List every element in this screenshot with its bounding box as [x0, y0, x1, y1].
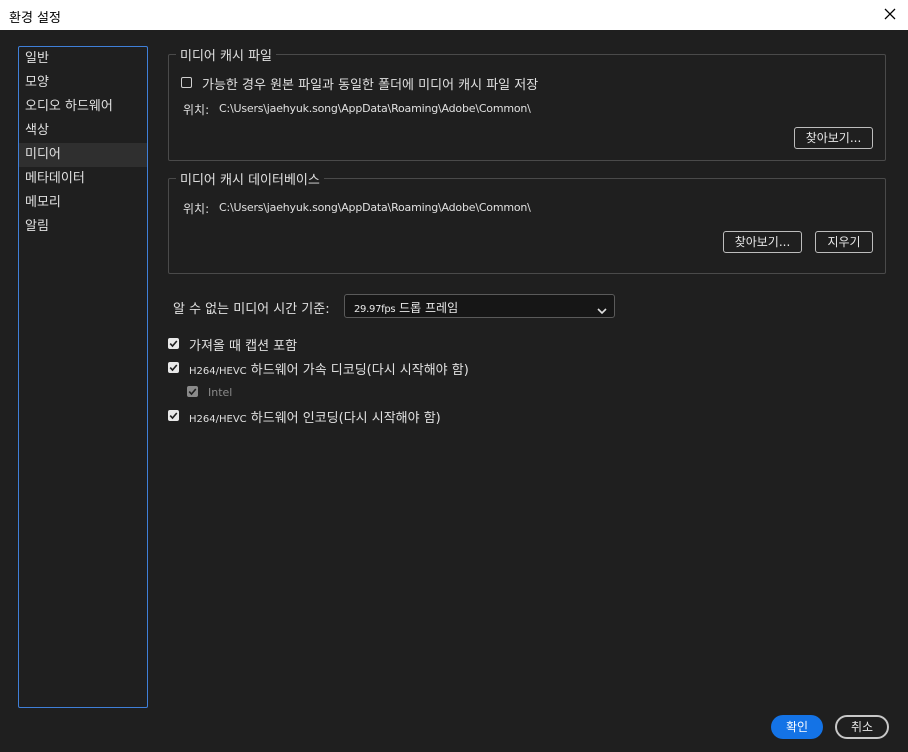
sidebar-item-appearance[interactable]: 모양	[19, 71, 147, 95]
ok-button[interactable]: 확인	[771, 715, 823, 739]
cache-database-location-path: C:\Users\jaehyuk.song\AppData\Roaming\Ad…	[219, 201, 531, 214]
cache-files-location-label: 위치:	[183, 103, 210, 117]
close-icon[interactable]	[876, 2, 904, 28]
include-captions-checkbox[interactable]	[168, 338, 179, 349]
sidebar-item-metadata[interactable]: 메타데이터	[19, 167, 147, 191]
hw-decoding-checkbox[interactable]	[168, 362, 179, 373]
cancel-button[interactable]: 취소	[835, 715, 889, 739]
sidebar-item-memory[interactable]: 메모리	[19, 191, 147, 215]
intel-label: Intel	[208, 386, 233, 399]
sidebar-item-general[interactable]: 일반	[19, 47, 147, 71]
timecode-dropdown[interactable]: 29.97fps 드롭 프레임	[344, 294, 615, 318]
title-bar: 환경 설정	[0, 0, 908, 30]
category-list[interactable]: 일반 모양 오디오 하드웨어 색상 미디어 메타데이터 메모리 알림	[18, 46, 148, 708]
intel-checkbox	[187, 386, 198, 397]
hw-decoding-label[interactable]: H264/HEVC 하드웨어 가속 디코딩(다시 시작해야 함)	[189, 359, 469, 378]
cache-database-browse-button[interactable]: 찾아보기...	[723, 231, 802, 253]
media-cache-database-title: 미디어 캐시 데이터베이스	[176, 169, 324, 188]
chevron-down-icon	[596, 301, 608, 320]
timecode-label: 알 수 없는 미디어 시간 기준:	[173, 302, 330, 317]
timecode-selected-value: 29.97fps 드롭 프레임	[354, 301, 459, 315]
cache-database-location-label: 위치:	[183, 202, 210, 216]
sidebar-item-media[interactable]: 미디어	[19, 143, 147, 167]
cache-files-browse-button[interactable]: 찾아보기...	[794, 127, 873, 149]
media-cache-files-title: 미디어 캐시 파일	[176, 45, 276, 64]
cache-files-location-path: C:\Users\jaehyuk.song\AppData\Roaming\Ad…	[219, 102, 531, 115]
media-cache-database-group: 미디어 캐시 데이터베이스	[168, 169, 886, 274]
cache-database-clear-button[interactable]: 지우기	[815, 231, 873, 253]
save-next-to-originals-checkbox[interactable]	[181, 77, 192, 88]
save-next-to-originals-label[interactable]: 가능한 경우 원본 파일과 동일한 폴더에 미디어 캐시 파일 저장	[202, 74, 538, 93]
include-captions-label[interactable]: 가져올 때 캡션 포함	[189, 335, 297, 354]
hw-encoding-label[interactable]: H264/HEVC 하드웨어 인코딩(다시 시작해야 함)	[189, 407, 441, 426]
sidebar-item-audio-hardware[interactable]: 오디오 하드웨어	[19, 95, 147, 119]
sidebar-item-color[interactable]: 색상	[19, 119, 147, 143]
hw-encoding-checkbox[interactable]	[168, 410, 179, 421]
window-title: 환경 설정	[9, 11, 61, 26]
sidebar-item-notifications[interactable]: 알림	[19, 215, 147, 239]
